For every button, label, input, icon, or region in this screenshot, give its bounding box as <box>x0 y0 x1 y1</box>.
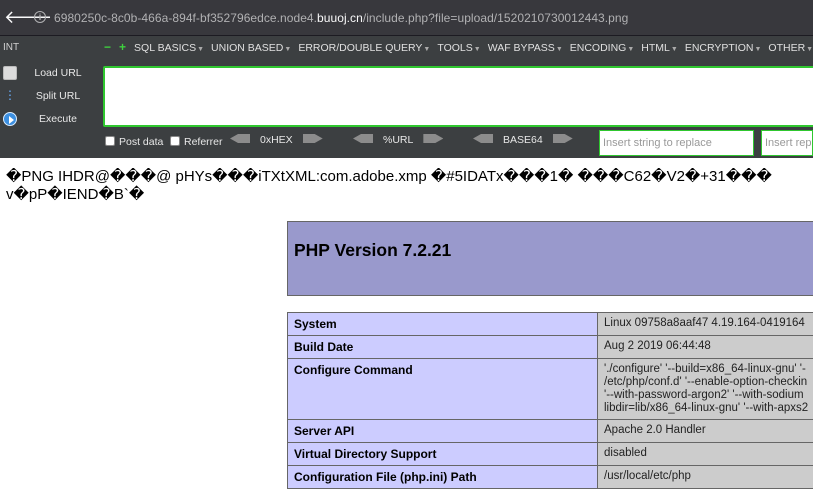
menu-label: ENCRYPTION <box>685 42 754 54</box>
plus-icon[interactable]: + <box>119 40 126 54</box>
row-value: Aug 2 2019 06:44:48 <box>598 336 813 359</box>
replace-input[interactable]: Insert string to replace <box>599 130 754 156</box>
post-data-checkbox[interactable] <box>105 136 115 146</box>
row-value: Linux 09758a8aaf47 4.19.164-0419164 <box>598 313 813 336</box>
menu-label: WAF BYPASS <box>488 42 555 54</box>
phpinfo-table: SystemLinux 09758a8aaf47 4.19.164-041916… <box>287 312 813 489</box>
table-row: Virtual Directory Supportdisabled <box>288 443 813 466</box>
menu-tools[interactable]: TOOLS▼ <box>437 42 480 54</box>
row-key: Configuration File (php.ini) Path <box>288 466 598 489</box>
menu-label: UNION BASED <box>211 42 283 54</box>
row-key: System <box>288 313 598 336</box>
menu-union-based[interactable]: UNION BASED▼ <box>211 42 291 54</box>
menu-label: SQL BASICS <box>134 42 196 54</box>
chevron-down-icon: ▼ <box>671 46 678 53</box>
row-value: './configure' '--build=x86_64-linux-gnu'… <box>598 359 813 420</box>
url-encoder[interactable]: %URL <box>353 134 443 146</box>
url-textarea[interactable] <box>103 66 813 127</box>
table-row: SystemLinux 09758a8aaf47 4.19.164-041916… <box>288 313 813 336</box>
php-version-title: PHP Version 7.2.21 <box>288 222 813 279</box>
row-value: disabled <box>598 443 813 466</box>
menu-label: TOOLS <box>437 42 472 54</box>
raw-png-output: �PNG IHDR@���@ pHYs���iTXtXML:com.adobe.… <box>6 168 813 204</box>
phpinfo: PHP Version 7.2.21 SystemLinux 09758a8aa… <box>287 221 813 489</box>
menu-encryption[interactable]: ENCRYPTION▼ <box>685 42 762 54</box>
row-value: /usr/local/etc/php <box>598 466 813 489</box>
execute-icon <box>3 112 17 126</box>
row-key: Configure Command <box>288 359 598 420</box>
load-url-icon <box>3 66 17 80</box>
table-row: Build DateAug 2 2019 06:44:48 <box>288 336 813 359</box>
configure-line: './configure' '--build=x86_64-linux-gnu'… <box>604 363 813 376</box>
row-value: Apache 2.0 Handler <box>598 420 813 443</box>
menu-sql-basics[interactable]: SQL BASICS▼ <box>134 42 204 54</box>
hackbar-menu: −+SQL BASICS▼UNION BASED▼ERROR/DOUBLE QU… <box>104 40 813 54</box>
menu-label: OTHER <box>768 42 805 54</box>
arrow-right-icon[interactable] <box>423 134 443 143</box>
arrow-left-icon[interactable] <box>473 134 493 143</box>
menu-encoding[interactable]: ENCODING▼ <box>570 42 635 54</box>
hex-label: 0xHEX <box>260 134 293 146</box>
post-data-option[interactable]: Post data <box>105 136 163 148</box>
table-row: Configure Command './configure' '--build… <box>288 359 813 420</box>
chevron-down-icon: ▼ <box>284 46 291 53</box>
hex-encoder[interactable]: 0xHEX <box>230 134 323 146</box>
row-key: Virtual Directory Support <box>288 443 598 466</box>
info-icon[interactable]: i <box>34 11 46 23</box>
menu-label: ERROR/DOUBLE QUERY <box>298 42 422 54</box>
table-row: Server APIApache 2.0 Handler <box>288 420 813 443</box>
referrer-option[interactable]: Referrer <box>170 136 223 148</box>
int-label[interactable]: INT <box>3 42 19 53</box>
arrow-left-icon[interactable] <box>353 134 373 143</box>
menu-other[interactable]: OTHER▼ <box>768 42 813 54</box>
split-url-label: Split URL <box>28 90 88 102</box>
table-row: Configuration File (php.ini) Path/usr/lo… <box>288 466 813 489</box>
load-url-label: Load URL <box>28 67 88 79</box>
menu-label: HTML <box>641 42 670 54</box>
url-prefix: 6980250c-8c0b-466a-894f-bf352796edce.nod… <box>54 11 317 25</box>
configure-line: /etc/php/conf.d' '--enable-option-checki… <box>604 376 813 389</box>
chevron-down-icon: ▼ <box>754 46 761 53</box>
menu-label: ENCODING <box>570 42 627 54</box>
chevron-down-icon: ▼ <box>627 46 634 53</box>
raw-line-2: v�pP�IEND�B`� <box>6 186 813 204</box>
menu-error-double-query[interactable]: ERROR/DOUBLE QUERY▼ <box>298 42 430 54</box>
execute-button[interactable]: Execute <box>0 110 100 130</box>
chevron-down-icon: ▼ <box>474 46 481 53</box>
execute-label: Execute <box>28 113 88 125</box>
hackbar-panel: INT −+SQL BASICS▼UNION BASED▼ERROR/DOUBL… <box>0 36 813 158</box>
post-data-label: Post data <box>119 136 163 148</box>
load-url-button[interactable]: Load URL <box>0 64 100 84</box>
back-arrow-icon[interactable]: 🡐 <box>4 7 26 29</box>
url-path: /include.php?file=upload/152021073001244… <box>363 11 629 25</box>
base64-encoder[interactable]: BASE64 <box>473 134 573 146</box>
arrow-right-icon[interactable] <box>553 134 573 143</box>
row-key: Build Date <box>288 336 598 359</box>
arrow-left-icon[interactable] <box>230 134 250 143</box>
phpinfo-header: PHP Version 7.2.21 <box>287 221 813 296</box>
split-url-icon: ⋮ <box>3 89 17 103</box>
url-field[interactable]: 6980250c-8c0b-466a-894f-bf352796edce.nod… <box>54 11 628 25</box>
chevron-down-icon: ▼ <box>806 46 813 53</box>
referrer-label: Referrer <box>184 136 223 148</box>
row-key: Server API <box>288 420 598 443</box>
chevron-down-icon: ▼ <box>423 46 430 53</box>
url-enc-label: %URL <box>383 134 413 146</box>
referrer-checkbox[interactable] <box>170 136 180 146</box>
configure-line: libdir=lib/x86_64-linux-gnu' '--with-apx… <box>604 402 813 415</box>
split-url-button[interactable]: ⋮ Split URL <box>0 87 100 107</box>
url-domain: buuoj.cn <box>317 11 363 25</box>
minus-icon[interactable]: − <box>104 40 111 54</box>
configure-line: '--with-password-argon2' '--with-sodium <box>604 389 813 402</box>
chevron-down-icon: ▼ <box>556 46 563 53</box>
menu-html[interactable]: HTML▼ <box>641 42 678 54</box>
arrow-right-icon[interactable] <box>303 134 323 143</box>
base64-label: BASE64 <box>503 134 543 146</box>
chevron-down-icon: ▼ <box>197 46 204 53</box>
replace-with-input[interactable]: Insert replacing string <box>761 130 813 156</box>
raw-line-1: �PNG IHDR@���@ pHYs���iTXtXML:com.adobe.… <box>6 168 813 186</box>
menu-waf-bypass[interactable]: WAF BYPASS▼ <box>488 42 563 54</box>
browser-toolbar: 🡐 i 6980250c-8c0b-466a-894f-bf352796edce… <box>0 0 813 36</box>
